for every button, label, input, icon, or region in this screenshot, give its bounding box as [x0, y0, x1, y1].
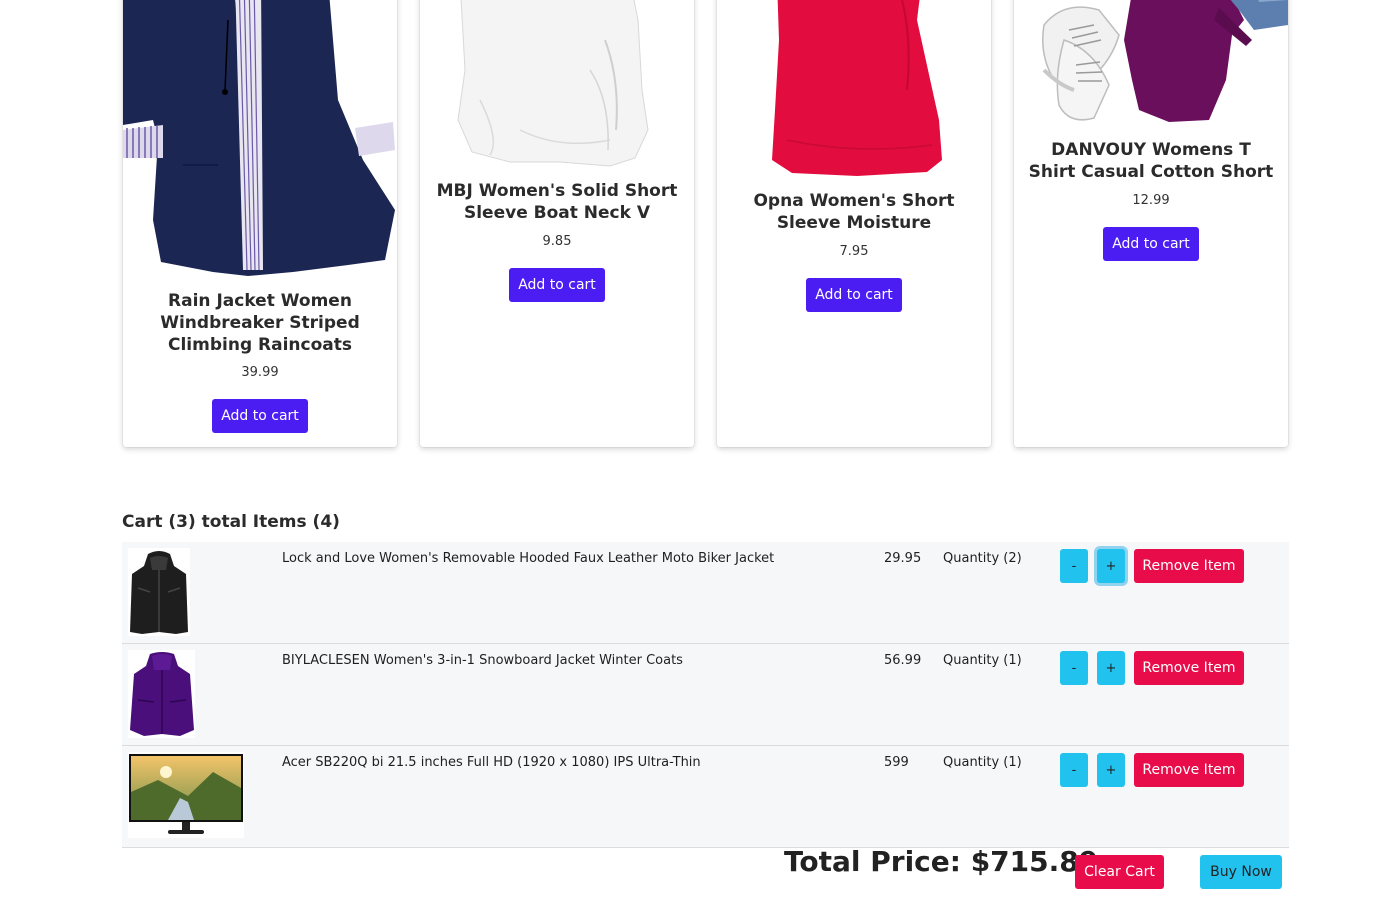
decrease-quantity-button[interactable]: - — [1060, 549, 1088, 583]
product-image-purple-tshirt[interactable] — [1014, 0, 1288, 130]
product-price: 39.99 — [241, 365, 279, 380]
remove-item-button[interactable]: Remove Item — [1134, 549, 1244, 583]
cart-row: BIYLACLESEN Women's 3-in-1 Snowboard Jac… — [122, 644, 1289, 746]
product-title: MBJ Women's Solid Short Sleeve Boat Neck… — [436, 181, 678, 223]
product-image-red-tank[interactable] — [717, 0, 991, 180]
add-to-cart-button[interactable]: Add to cart — [509, 268, 605, 302]
product-price: 12.99 — [1132, 193, 1170, 208]
product-title: DANVOUY Womens T Shirt Casual Cotton Sho… — [1028, 140, 1274, 182]
cart-item-quantity: Quantity (1) — [943, 755, 1022, 770]
cart-item-price: 29.95 — [884, 551, 922, 566]
cart-item-name: Lock and Love Women's Removable Hooded F… — [282, 551, 775, 566]
cart-table: Lock and Love Women's Removable Hooded F… — [122, 542, 1289, 848]
total-price: Total Price: $715.89 — [784, 845, 1099, 878]
add-to-cart-button[interactable]: Add to cart — [1103, 227, 1199, 261]
cart-heading: Cart (3) total Items (4) — [122, 512, 340, 532]
remove-item-button[interactable]: Remove Item — [1134, 651, 1244, 685]
product-card: Opna Women's Short Sleeve Moisture 7.95 … — [717, 0, 991, 447]
cart-item-price: 599 — [884, 755, 909, 770]
increase-quantity-button[interactable]: + — [1097, 549, 1125, 583]
product-card: DANVOUY Womens T Shirt Casual Cotton Sho… — [1014, 0, 1288, 447]
cart-item-name: Acer SB220Q bi 21.5 inches Full HD (1920… — [282, 755, 701, 770]
cart-item-quantity: Quantity (1) — [943, 653, 1022, 668]
product-image-rain-jacket[interactable] — [123, 0, 397, 277]
add-to-cart-button[interactable]: Add to cart — [212, 399, 308, 433]
cart-item-price: 56.99 — [884, 653, 922, 668]
product-card: MBJ Women's Solid Short Sleeve Boat Neck… — [420, 0, 694, 447]
cart-item-image-winter-coat — [128, 650, 195, 742]
product-price: 7.95 — [839, 244, 869, 259]
decrease-quantity-button[interactable]: - — [1060, 753, 1088, 787]
cart-item-quantity: Quantity (2) — [943, 551, 1022, 566]
product-card: Rain Jacket Women Windbreaker Striped Cl… — [123, 0, 397, 447]
cart-item-image-leather-jacket — [128, 548, 190, 640]
product-title: Rain Jacket Women Windbreaker Striped Cl… — [160, 291, 360, 355]
clear-cart-button[interactable]: Clear Cart — [1075, 855, 1164, 889]
remove-item-button[interactable]: Remove Item — [1134, 753, 1244, 787]
product-title: Opna Women's Short Sleeve Moisture — [753, 191, 955, 233]
product-price: 9.85 — [542, 234, 572, 249]
add-to-cart-button[interactable]: Add to cart — [806, 278, 902, 312]
product-grid: Rain Jacket Women Windbreaker Striped Cl… — [0, 0, 1396, 460]
buy-now-button[interactable]: Buy Now — [1200, 855, 1282, 889]
cart-item-image-monitor — [128, 752, 244, 842]
cart-row: Lock and Love Women's Removable Hooded F… — [122, 542, 1289, 644]
increase-quantity-button[interactable]: + — [1097, 651, 1125, 685]
decrease-quantity-button[interactable]: - — [1060, 651, 1088, 685]
cart-item-name: BIYLACLESEN Women's 3-in-1 Snowboard Jac… — [282, 653, 683, 668]
cart-row: Acer SB220Q bi 21.5 inches Full HD (1920… — [122, 746, 1289, 848]
product-image-white-top[interactable] — [420, 0, 694, 170]
increase-quantity-button[interactable]: + — [1097, 753, 1125, 787]
